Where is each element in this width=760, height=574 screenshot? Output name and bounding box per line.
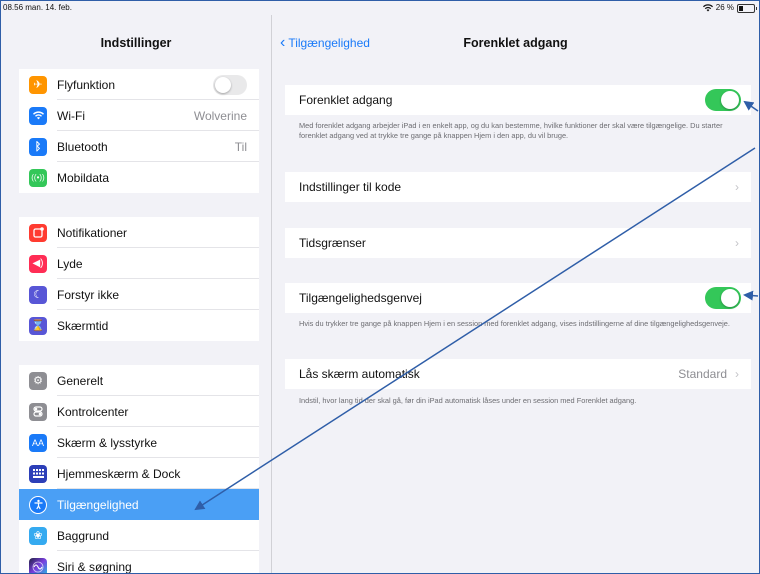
arrow-to-shortcut-toggle xyxy=(743,290,759,301)
arrow-to-guided-access-toggle xyxy=(743,100,759,112)
screenshot-frame: 08.56 man. 14. feb. 26 % Indstillinger ✈… xyxy=(0,0,760,574)
annotation-arrows xyxy=(194,100,759,511)
arrow-to-accessibility-item xyxy=(194,147,756,511)
